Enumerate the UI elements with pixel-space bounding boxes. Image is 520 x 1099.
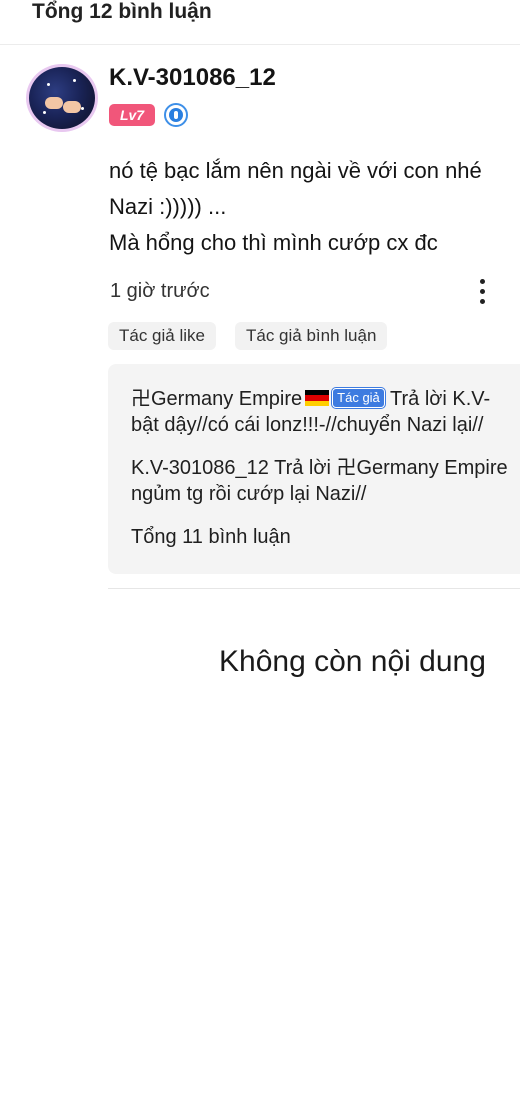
reply-item[interactable]: K.V-301086_12 Trả lời 卍Germany Empire ng…	[131, 455, 508, 507]
reply-text: ngủm tg rồi cướp lại Nazi//	[131, 483, 367, 505]
level-badge: Lv7	[109, 104, 155, 126]
chip-author-liked: Tác giả like	[108, 322, 216, 350]
author-tag-badge: Tác giả	[332, 388, 385, 408]
reply-header-line: 卍Germany Empire Tác giả Trả lời K.V-	[131, 386, 490, 412]
rank-badge-icon	[164, 103, 188, 127]
comment-username[interactable]: K.V-301086_12	[109, 64, 276, 92]
more-vertical-icon	[480, 289, 485, 294]
avatar-star	[43, 111, 46, 114]
reply-header-line: K.V-301086_12 Trả lời 卍Germany Empire	[131, 457, 508, 479]
view-all-replies-link[interactable]: Tổng 11 bình luận	[131, 526, 291, 549]
comment-body: nó tệ bạc lắm nên ngài về với con nhé Na…	[109, 153, 520, 261]
more-vertical-icon	[480, 279, 485, 284]
comments-header: Tổng 12 bình luận	[0, 0, 520, 45]
total-comments-title: Tổng 12 bình luận	[32, 0, 212, 23]
no-more-content-label: Không còn nội dung	[219, 645, 486, 678]
reply-item[interactable]: 卍Germany Empire Tác giả Trả lời K.V- bật …	[131, 386, 490, 438]
germany-flag-icon	[305, 390, 330, 406]
comment-line: Nazi :))))) ...	[109, 194, 227, 219]
replies-box[interactable]: 卍Germany Empire Tác giả Trả lời K.V- bật …	[108, 364, 520, 574]
comment-line: Mà hổng cho thì mình cướp cx đc	[109, 230, 438, 255]
avatar-star	[73, 79, 76, 82]
more-vertical-icon	[480, 299, 485, 304]
avatar-halo	[29, 67, 95, 129]
reply-author[interactable]: 卍Germany Empire	[131, 388, 302, 410]
comment-line: nó tệ bạc lắm nên ngài về với con nhé	[109, 158, 482, 183]
avatar-star	[81, 107, 84, 110]
chip-author-commented: Tác giả bình luận	[235, 322, 388, 350]
avatar-star	[47, 83, 50, 86]
reply-action: Trả lời K.V-	[390, 388, 491, 410]
avatar-hand	[63, 101, 81, 113]
avatar-hand	[45, 97, 63, 109]
comment-time: 1 giờ trước	[110, 280, 210, 302]
reply-text: bật dậy//có cái lonz!!!-//chuyển Nazi lạ…	[131, 414, 484, 436]
avatar[interactable]	[26, 64, 98, 132]
more-options-button[interactable]	[470, 277, 496, 307]
divider	[108, 588, 520, 589]
